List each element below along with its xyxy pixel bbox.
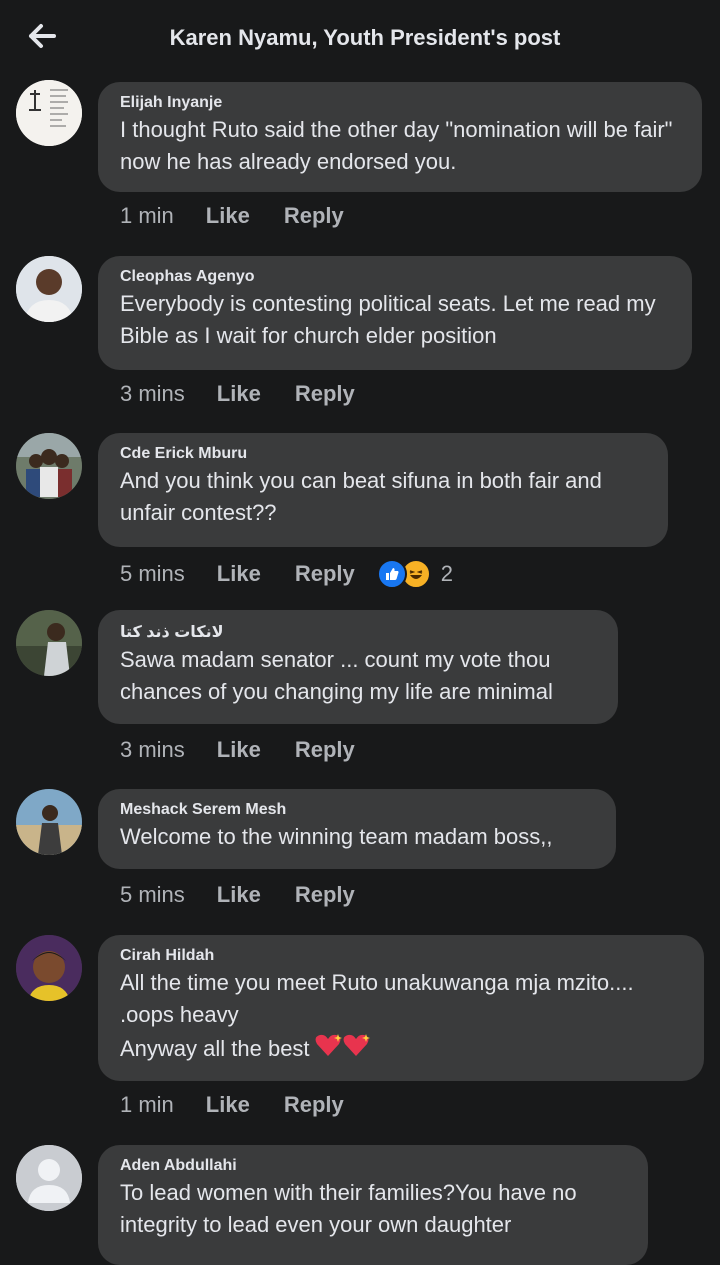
like-button[interactable]: Like bbox=[206, 203, 250, 229]
like-button[interactable]: Like bbox=[217, 381, 261, 407]
reply-button[interactable]: Reply bbox=[284, 203, 344, 229]
sparkling-heart-icon bbox=[314, 1031, 370, 1068]
top-bar: Karen Nyamu, Youth President's post bbox=[0, 0, 720, 78]
comment-bubble[interactable]: Cirah Hildah All the time you meet Ruto … bbox=[98, 935, 704, 1081]
comment-text-line: Anyway all the best bbox=[120, 1036, 310, 1061]
page-title: Karen Nyamu, Youth President's post bbox=[169, 25, 561, 50]
reply-button[interactable]: Reply bbox=[295, 561, 355, 587]
avatar[interactable] bbox=[16, 433, 82, 499]
like-reaction-icon bbox=[376, 559, 407, 589]
comment-time: 5 mins bbox=[120, 882, 185, 907]
comment-actions: 5 mins Like Reply bbox=[120, 882, 389, 908]
comment-actions: 3 mins Like Reply bbox=[120, 381, 389, 407]
default-avatar-icon[interactable] bbox=[16, 1145, 82, 1211]
comment-bubble[interactable]: Cde Erick Mburu And you think you can be… bbox=[98, 433, 668, 547]
comment-actions: 1 min Like Reply bbox=[120, 203, 378, 229]
comment-time: 3 mins bbox=[120, 737, 185, 762]
like-button[interactable]: Like bbox=[217, 561, 261, 587]
comment-text-line: All the time you meet Ruto unakuwanga mj… bbox=[120, 970, 634, 995]
reply-button[interactable]: Reply bbox=[284, 1092, 344, 1118]
avatar[interactable] bbox=[16, 256, 82, 322]
comment-author[interactable]: Meshack Serem Mesh bbox=[120, 801, 594, 819]
avatar[interactable] bbox=[16, 80, 82, 146]
comment-author[interactable]: Aden Abdullahi bbox=[120, 1157, 626, 1175]
avatar[interactable] bbox=[16, 789, 82, 855]
comment-bubble[interactable]: Cleophas Agenyo Everybody is contesting … bbox=[98, 256, 692, 370]
comment-text: All the time you meet Ruto unakuwanga mj… bbox=[120, 967, 682, 1068]
comment-time: 3 mins bbox=[120, 381, 185, 406]
reply-button[interactable]: Reply bbox=[295, 882, 355, 908]
reactions[interactable]: 2 bbox=[376, 559, 453, 589]
comment-author[interactable]: Elijah Inyanje bbox=[120, 94, 680, 112]
avatar[interactable] bbox=[16, 610, 82, 676]
comment-actions: 1 min Like Reply bbox=[120, 1092, 378, 1118]
comment-bubble[interactable]: Meshack Serem Mesh Welcome to the winnin… bbox=[98, 789, 616, 869]
comment-bubble[interactable]: Elijah Inyanje I thought Ruto said the o… bbox=[98, 82, 702, 192]
like-button[interactable]: Like bbox=[217, 882, 261, 908]
comment-text-line: .oops heavy bbox=[120, 1002, 239, 1027]
comment-text: Welcome to the winning team madam boss,, bbox=[120, 824, 553, 849]
reaction-count: 2 bbox=[440, 561, 453, 586]
comment-text: To lead women with their families?You ha… bbox=[120, 1180, 583, 1237]
comment-text: Everybody is contesting political seats.… bbox=[120, 291, 662, 348]
comment-text: Sawa madam senator ... count my vote tho… bbox=[120, 647, 557, 704]
comment-time: 1 min bbox=[120, 1092, 174, 1117]
comment-time: 1 min bbox=[120, 203, 174, 228]
comment-bubble[interactable]: Aden Abdullahi To lead women with their … bbox=[98, 1145, 648, 1265]
comment-author[interactable]: Cleophas Agenyo bbox=[120, 268, 670, 286]
comment-author[interactable]: لانكات ذند كتا bbox=[120, 622, 596, 642]
comment-text: I thought Ruto said the other day "nomin… bbox=[120, 117, 679, 174]
comment-author[interactable]: Cirah Hildah bbox=[120, 947, 682, 965]
avatar[interactable] bbox=[16, 935, 82, 1001]
like-button[interactable]: Like bbox=[217, 737, 261, 763]
comment-time: 5 mins bbox=[120, 561, 185, 586]
comment-author[interactable]: Cde Erick Mburu bbox=[120, 445, 646, 463]
reply-button[interactable]: Reply bbox=[295, 381, 355, 407]
reply-button[interactable]: Reply bbox=[295, 737, 355, 763]
comment-text: And you think you can beat sifuna in bot… bbox=[120, 468, 609, 525]
comment-bubble[interactable]: لانكات ذند كتا Sawa madam senator ... co… bbox=[98, 610, 618, 724]
like-button[interactable]: Like bbox=[206, 1092, 250, 1118]
comment-actions: 5 mins Like Reply 2 bbox=[120, 559, 453, 589]
comment-actions: 3 mins Like Reply bbox=[120, 737, 389, 763]
